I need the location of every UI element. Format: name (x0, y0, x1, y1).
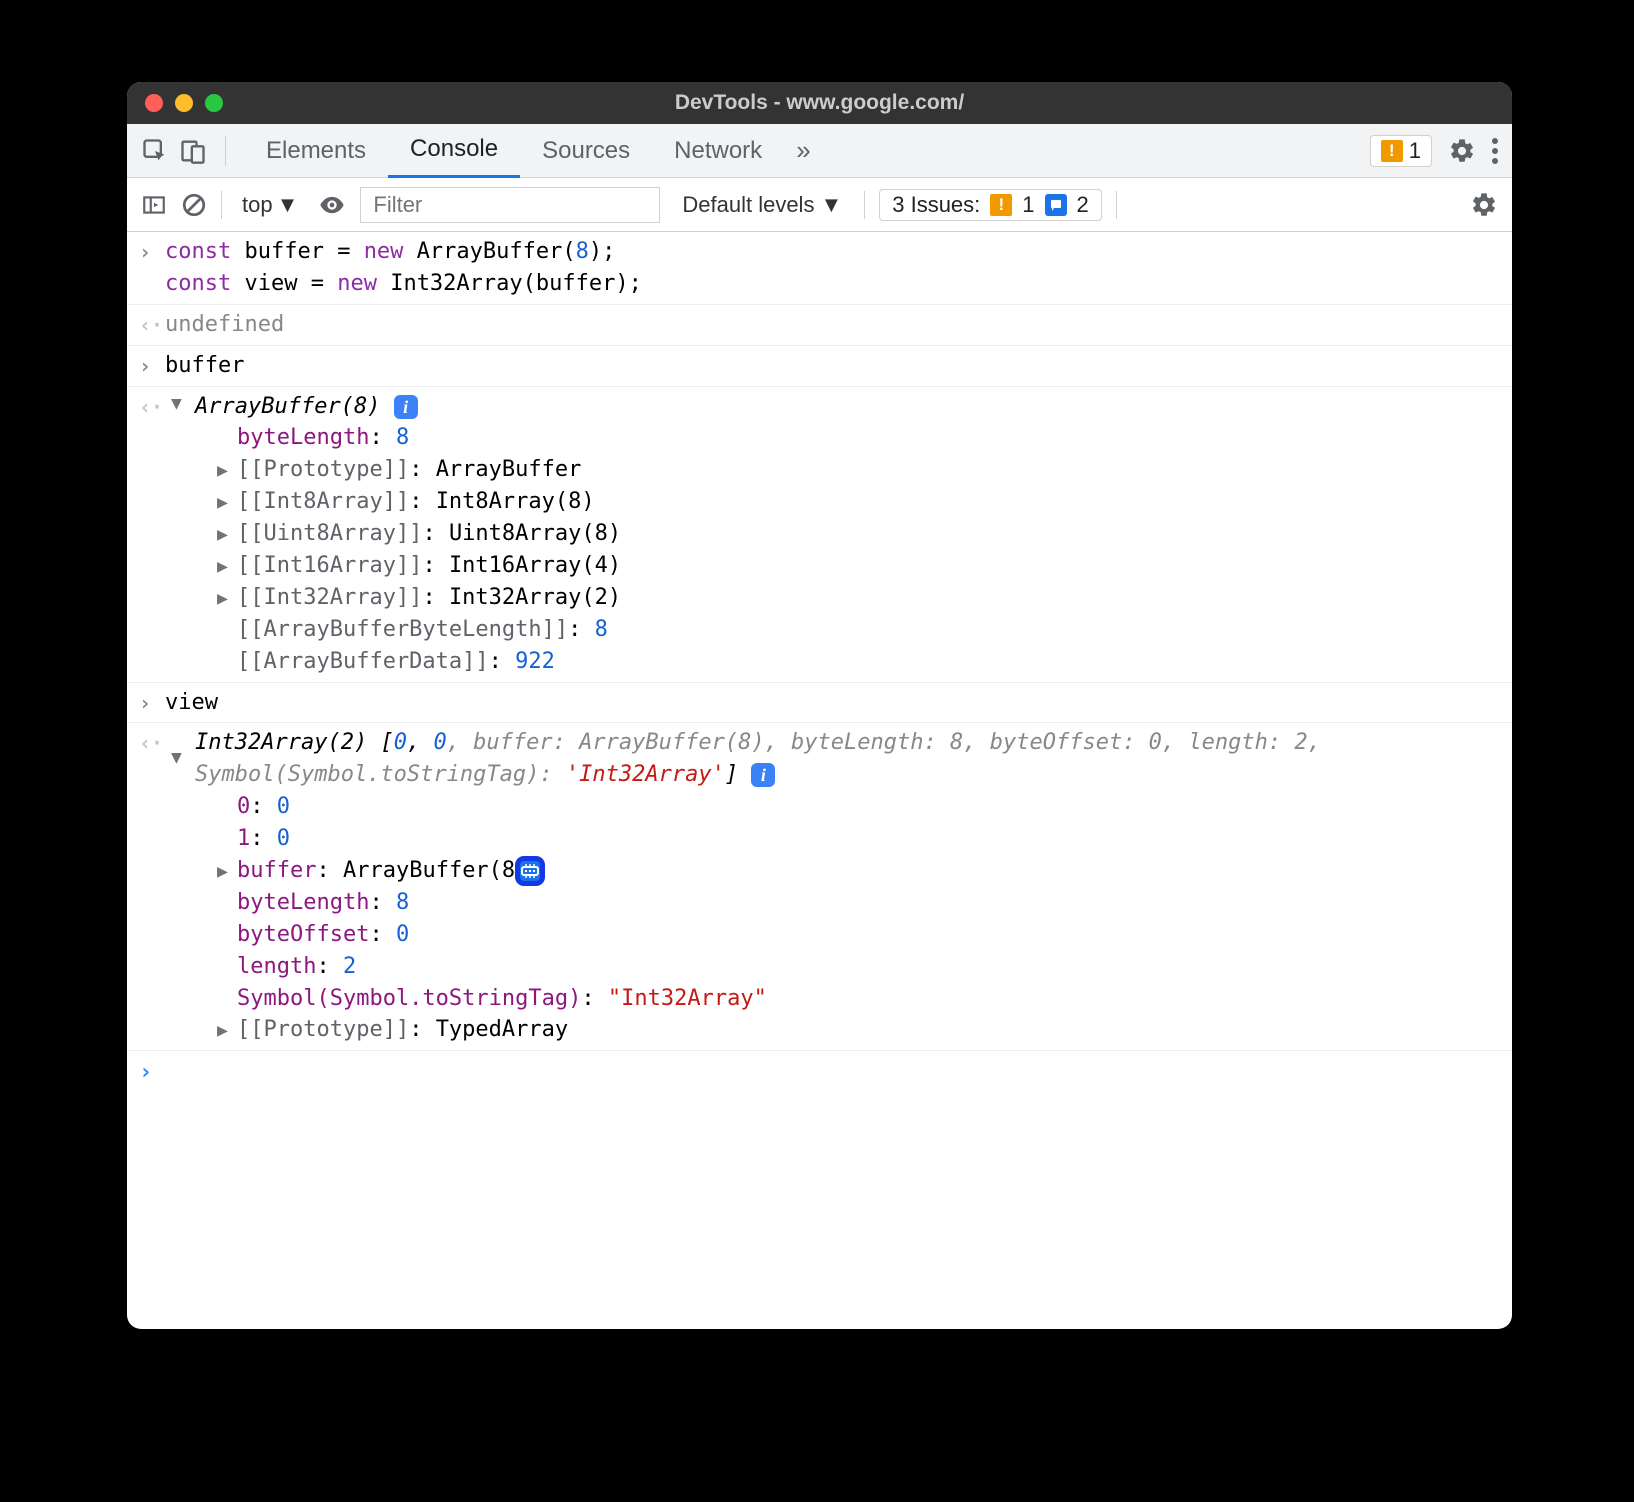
object-property[interactable]: ▶buffer: ArrayBuffer(8 (217, 855, 1498, 887)
object-property[interactable]: 1: 0 (217, 823, 1498, 855)
expand-toggle-icon[interactable]: ▶ (217, 554, 237, 580)
inspect-icon[interactable] (141, 137, 169, 165)
return-prompt-icon: ‹· (139, 393, 163, 422)
issues-warn-count: 1 (1022, 192, 1034, 218)
console-input-row[interactable]: › view (127, 683, 1512, 724)
tab-network[interactable]: Network (652, 124, 784, 178)
object-property[interactable]: length: 2 (217, 951, 1498, 983)
expand-toggle-icon[interactable]: ▼ (171, 391, 182, 417)
object-property[interactable]: Symbol(Symbol.toStringTag): "Int32Array" (217, 983, 1498, 1015)
log-levels-selector[interactable]: Default levels ▼ (674, 192, 850, 218)
warning-badge[interactable]: ! 1 (1370, 135, 1432, 167)
levels-label: Default levels (682, 192, 814, 218)
console-return-row: ‹· undefined (127, 305, 1512, 346)
return-value: undefined (165, 312, 284, 337)
devtools-window: DevTools - www.google.com/ Elements Cons… (127, 82, 1512, 1329)
object-property[interactable]: [[ArrayBufferByteLength]]: 8 (217, 614, 1498, 646)
expand-toggle-icon[interactable]: ▶ (217, 586, 237, 612)
return-prompt-icon: ‹· (139, 311, 163, 340)
object-property[interactable]: ▶[[Prototype]]: TypedArray (217, 1014, 1498, 1046)
object-property[interactable]: 0: 0 (217, 791, 1498, 823)
input-text: buffer (165, 353, 244, 378)
device-icon[interactable] (179, 137, 207, 165)
expand-toggle-icon[interactable]: ▶ (217, 458, 237, 484)
object-property[interactable]: ▶[[Int16Array]]: Int16Array(4) (217, 550, 1498, 582)
tab-elements[interactable]: Elements (244, 124, 388, 178)
object-property[interactable]: ▶[[Prototype]]: ArrayBuffer (217, 454, 1498, 486)
object-property[interactable]: ▶[[Uint8Array]]: Uint8Array(8) (217, 518, 1498, 550)
expand-toggle-icon[interactable]: ▼ (171, 745, 182, 771)
return-prompt-icon: ‹· (139, 729, 163, 758)
warning-icon: ! (990, 194, 1012, 216)
titlebar: DevTools - www.google.com/ (127, 82, 1512, 124)
console-settings-icon[interactable] (1470, 191, 1498, 219)
expand-toggle-icon[interactable]: ▶ (217, 859, 237, 885)
object-property[interactable]: byteOffset: 0 (217, 919, 1498, 951)
info-badge-icon[interactable]: i (394, 395, 418, 419)
chevron-down-icon: ▼ (277, 192, 299, 218)
tab-bar: Elements Console Sources Network » ! 1 (127, 124, 1512, 178)
sidebar-toggle-icon[interactable] (141, 192, 167, 218)
expand-toggle-icon[interactable]: ▶ (217, 1018, 237, 1044)
console-return-row: ‹· ▼ Int32Array(2) [0, 0, buffer: ArrayB… (127, 723, 1512, 1050)
object-preview[interactable]: ArrayBuffer(8) (195, 394, 380, 419)
object-property[interactable]: ▶[[Int32Array]]: Int32Array(2) (217, 582, 1498, 614)
warning-icon: ! (1381, 140, 1403, 162)
input-prompt-icon: › (139, 352, 151, 381)
issues-badge[interactable]: 3 Issues: ! 1 2 (879, 189, 1102, 221)
tabs-overflow-icon[interactable]: » (784, 124, 822, 178)
kebab-icon[interactable] (1492, 138, 1498, 164)
tab-console[interactable]: Console (388, 124, 520, 178)
console-return-row: ‹· ▼ ArrayBuffer(8) i byteLength: 8 ▶[[P… (127, 387, 1512, 683)
issues-label: 3 Issues: (892, 192, 980, 218)
context-selector[interactable]: top ▼ (236, 192, 304, 218)
settings-icon[interactable] (1448, 137, 1476, 165)
console-output: › const buffer = new ArrayBuffer(8); con… (127, 232, 1512, 1091)
input-prompt-icon: › (139, 689, 151, 718)
console-toolbar: top ▼ Default levels ▼ 3 Issues: ! 1 2 (127, 178, 1512, 232)
input-prompt-icon: › (139, 238, 151, 267)
filter-input[interactable] (360, 187, 660, 223)
warning-count: 1 (1409, 138, 1421, 164)
info-icon (1045, 194, 1067, 216)
clear-console-icon[interactable] (181, 192, 207, 218)
console-input-row[interactable]: › const buffer = new ArrayBuffer(8); con… (127, 232, 1512, 305)
expand-toggle-icon[interactable]: ▶ (217, 490, 237, 516)
window-title: DevTools - www.google.com/ (127, 91, 1512, 115)
console-prompt-row[interactable]: › (127, 1050, 1512, 1091)
chevron-down-icon: ▼ (820, 192, 842, 218)
context-label: top (242, 192, 273, 218)
console-input-row[interactable]: › buffer (127, 346, 1512, 387)
object-property[interactable]: [[ArrayBufferData]]: 922 (217, 646, 1498, 678)
memory-inspector-icon[interactable] (515, 856, 545, 886)
expand-toggle-icon[interactable]: ▶ (217, 522, 237, 548)
tab-sources[interactable]: Sources (520, 124, 652, 178)
object-property[interactable]: byteLength: 8 (217, 422, 1498, 454)
object-property[interactable]: ▶[[Int8Array]]: Int8Array(8) (217, 486, 1498, 518)
info-badge-icon[interactable]: i (751, 763, 775, 787)
issues-info-count: 2 (1077, 192, 1089, 218)
live-expression-icon[interactable] (318, 191, 346, 219)
input-text: view (165, 690, 218, 715)
object-property[interactable]: byteLength: 8 (217, 887, 1498, 919)
input-prompt-icon: › (139, 1057, 152, 1089)
